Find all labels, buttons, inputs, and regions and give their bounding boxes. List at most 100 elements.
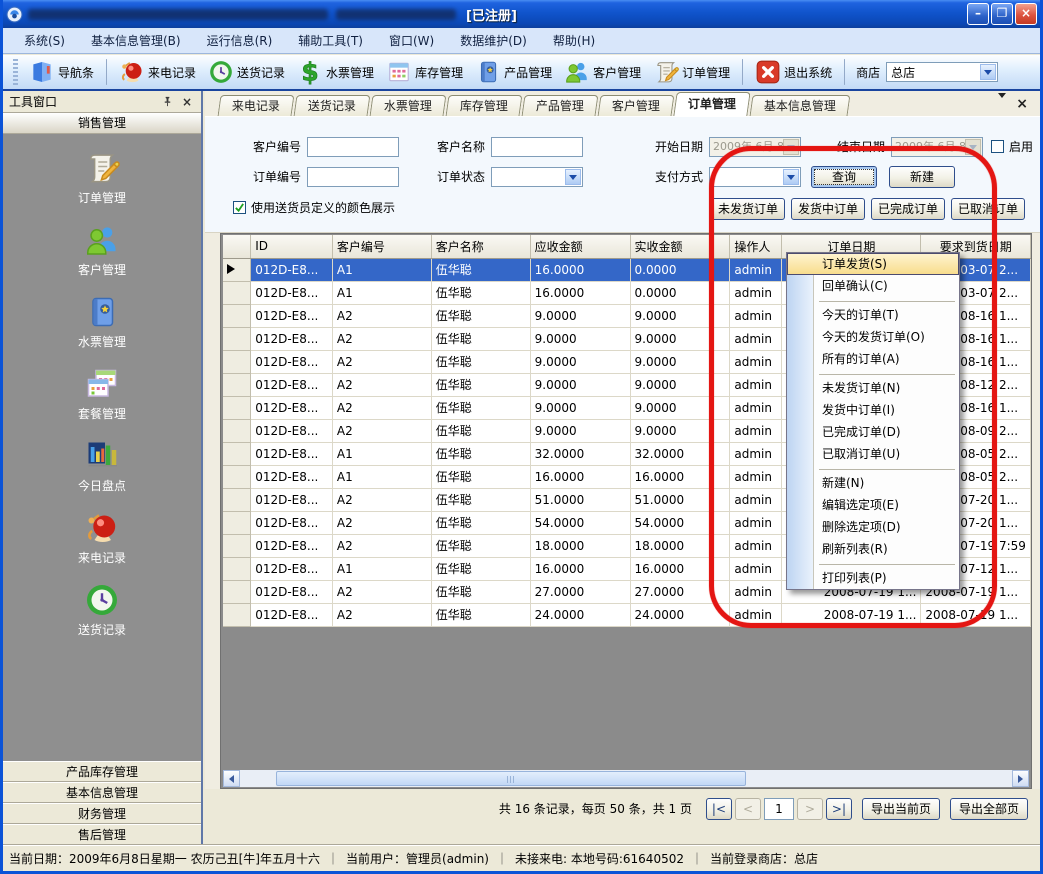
document-tab[interactable]: 客户管理 [598,95,675,116]
sidebar-section[interactable]: 基本信息管理 [3,782,201,803]
document-tab[interactable]: 水票管理 [370,95,447,116]
col-operator[interactable]: 操作人 [730,235,782,258]
menu-item[interactable]: 系统(S) [11,28,78,53]
tab-close-icon[interactable]: × [1016,96,1028,112]
chevron-down-icon[interactable] [565,169,581,185]
sidebar-section[interactable]: 售后管理 [3,824,201,845]
export-all-pages-button[interactable]: 导出全部页 [950,798,1028,820]
order-status-filter-button[interactable]: 已完成订单 [871,198,945,220]
document-tab[interactable]: 订单管理 [673,92,750,116]
context-menu-item[interactable]: 今天的订单(T) [787,304,959,326]
toolbar-button[interactable] [106,59,107,85]
context-menu-item[interactable] [787,465,959,472]
order-no-input[interactable] [307,167,399,187]
toolbar-button[interactable]: 客户管理 [559,57,646,87]
close-icon[interactable]: × [179,94,195,110]
col-id[interactable]: ID [251,235,333,258]
context-menu-item[interactable]: 未发货订单(N) [787,377,959,399]
context-menu-item[interactable]: 已完成订单(D) [787,421,959,443]
menu-item[interactable]: 运行信息(R) [194,28,286,53]
document-tab[interactable]: 基本信息管理 [750,95,851,116]
context-menu-item[interactable] [787,370,959,377]
toolbar-button[interactable]: 退出系统 [750,57,837,87]
close-button[interactable]: × [1015,3,1037,25]
delivery-color-checkbox[interactable] [233,201,246,214]
sidebar-section-sales[interactable]: 销售管理 [3,113,201,134]
col-received[interactable]: 实收金额 [630,235,730,258]
context-menu-item[interactable]: 编辑选定项(E) [787,494,959,516]
toolbar-button[interactable] [844,59,845,85]
prev-page-button[interactable]: < [735,798,761,820]
toolbar-button[interactable]: 产品管理 [470,57,557,87]
customer-no-input[interactable] [307,137,399,157]
toolbar-button[interactable]: 库存管理 [381,57,468,87]
toolbar-button[interactable]: 送货记录 [203,57,290,87]
start-date-picker[interactable]: 2009年 6月 8日 [709,137,801,157]
first-page-button[interactable]: |< [706,798,732,820]
customer-name-input[interactable] [491,137,583,157]
menu-item[interactable]: 数据维护(D) [447,28,540,53]
enable-date-checkbox[interactable] [991,140,1004,153]
export-current-page-button[interactable]: 导出当前页 [862,798,940,820]
toolbar-button[interactable]: 导航条 [24,57,99,87]
menu-item[interactable]: 基本信息管理(B) [78,28,194,53]
document-tab[interactable]: 库存管理 [446,95,523,116]
toolbar-button[interactable]: 来电记录 [114,57,201,87]
sidebar-item[interactable]: 今日盘点 [78,438,126,494]
tab-list-dropdown-icon[interactable] [998,98,1006,111]
col-customer-no[interactable]: 客户编号 [332,235,431,258]
last-page-button[interactable]: >| [826,798,852,820]
context-menu-item[interactable]: 已取消订单(U) [787,443,959,465]
new-button[interactable]: 新建 [889,166,955,188]
page-number-input[interactable] [764,798,794,820]
context-menu-item[interactable]: 新建(N) [787,472,959,494]
order-status-filter-button[interactable]: 未发货订单 [711,198,785,220]
sidebar-item[interactable]: 送货记录 [78,582,126,638]
context-menu-item[interactable]: 发货中订单(I) [787,399,959,421]
sidebar-item[interactable]: 客户管理 [78,222,126,278]
document-tab[interactable]: 来电记录 [218,95,295,116]
chevron-down-icon[interactable] [965,139,981,155]
order-status-filter-button[interactable]: 已取消订单 [951,198,1025,220]
scroll-right-icon[interactable] [1012,770,1029,787]
menu-item[interactable]: 帮助(H) [540,28,608,53]
minimize-button[interactable]: – [967,3,989,25]
menu-item[interactable]: 窗口(W) [376,28,447,53]
context-menu-item[interactable]: 打印列表(P) [787,567,959,589]
scroll-left-icon[interactable] [223,770,240,787]
col-customer-name[interactable]: 客户名称 [431,235,530,258]
order-status-filter-button[interactable]: 发货中订单 [791,198,865,220]
context-menu-item[interactable] [787,297,959,304]
next-page-button[interactable]: > [797,798,823,820]
context-menu-item[interactable]: 刷新列表(R) [787,538,959,560]
chevron-down-icon[interactable] [783,139,799,155]
col-receivable[interactable]: 应收金额 [530,235,630,258]
horizontal-scrollbar[interactable] [223,770,1029,787]
context-menu-item[interactable]: 回单确认(C) [787,275,959,297]
pay-method-select[interactable] [709,167,801,187]
maximize-button[interactable]: ❐ [991,3,1013,25]
document-tab[interactable]: 送货记录 [294,95,371,116]
col-marker[interactable] [223,235,251,258]
context-menu-item[interactable] [787,560,959,567]
table-row[interactable]: 012D-E8... A2 伍华聪 24.0000 24.0000 admin … [223,603,1031,626]
menu-item[interactable]: 辅助工具(T) [285,28,376,53]
scrollbar-thumb[interactable] [276,771,746,786]
toolbar-button[interactable]: $ 水票管理 [292,57,379,87]
sidebar-item[interactable]: 水票管理 [78,294,126,350]
pin-icon[interactable] [159,94,175,110]
context-menu-item[interactable]: 所有的订单(A) [787,348,959,370]
toolbar-button[interactable] [742,59,743,85]
chevron-down-icon[interactable] [980,64,996,80]
sidebar-section[interactable]: 产品库存管理 [3,761,201,782]
end-date-picker[interactable]: 2009年 6月 8日 [891,137,983,157]
chevron-down-icon[interactable] [783,169,799,185]
sidebar-section[interactable]: 财务管理 [3,803,201,824]
context-menu-item[interactable]: 删除选定项(D) [787,516,959,538]
sidebar-item[interactable]: 套餐管理 [78,366,126,422]
sidebar-item[interactable]: 订单管理 [78,150,126,206]
document-tab[interactable]: 产品管理 [522,95,599,116]
query-button[interactable]: 查询 [811,166,877,188]
order-status-select[interactable] [491,167,583,187]
context-menu-item[interactable]: 今天的发货订单(O) [787,326,959,348]
